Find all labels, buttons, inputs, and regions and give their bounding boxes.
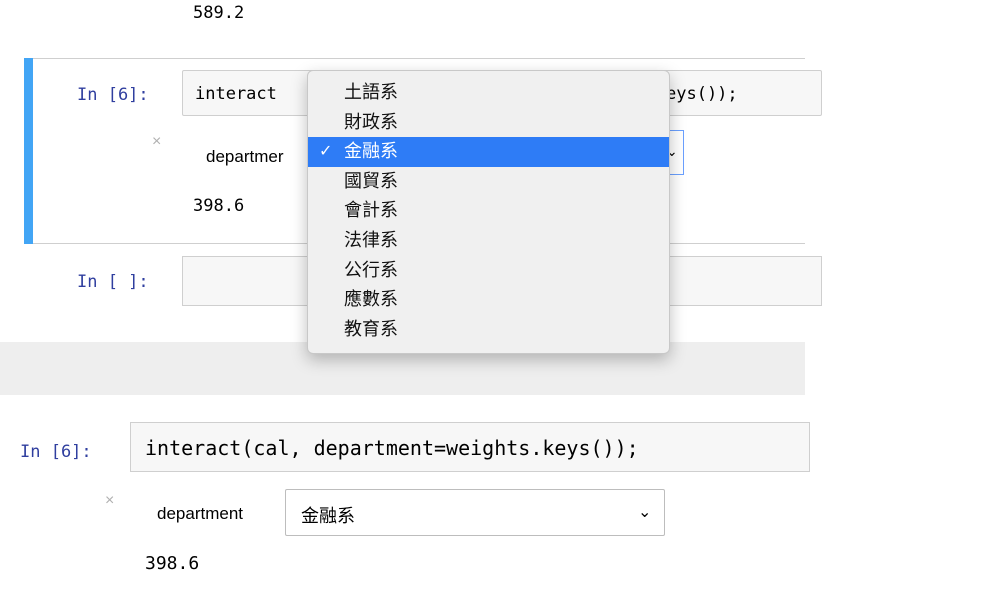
widget-label: department bbox=[157, 504, 243, 523]
close-widget-icon[interactable]: × bbox=[152, 133, 161, 151]
code-text-left: interact bbox=[195, 84, 277, 104]
code-input[interactable]: interact(cal, department=weights.keys())… bbox=[130, 422, 810, 472]
dropdown-option-selected[interactable]: ✓ 金融系 bbox=[308, 137, 669, 167]
dropdown-option[interactable]: 教育系 bbox=[308, 315, 669, 345]
empty-cell-prompt: In [ ]: bbox=[77, 272, 149, 292]
widget-label: departmer bbox=[206, 147, 284, 166]
dropdown-option[interactable]: 國貿系 bbox=[308, 167, 669, 197]
dropdown-option[interactable]: 會計系 bbox=[308, 196, 669, 226]
dropdown-option[interactable]: 財政系 bbox=[308, 108, 669, 138]
close-widget-icon[interactable]: × bbox=[105, 492, 114, 510]
previous-output: 589.2 bbox=[193, 3, 245, 20]
dropdown-option[interactable]: 法律系 bbox=[308, 226, 669, 256]
dropdown-option[interactable]: 土語系 bbox=[308, 78, 669, 108]
checkmark-icon: ✓ bbox=[319, 143, 333, 161]
cell-selection-bar bbox=[24, 58, 33, 244]
dropdown-option[interactable]: 公行系 bbox=[308, 256, 669, 286]
chevron-down-icon: ⌄ bbox=[638, 504, 652, 521]
select-value: 金融系 bbox=[301, 506, 355, 526]
department-select[interactable]: 金融系 ⌄ bbox=[285, 489, 665, 536]
notebook-lower: In [6]: interact(cal, department=weights… bbox=[0, 410, 990, 604]
code-text-right: eys()); bbox=[666, 84, 738, 104]
department-dropdown-menu: 土語系 財政系 ✓ 金融系 國貿系 會計系 法律系 公行系 應數系 教育系 bbox=[307, 70, 670, 354]
cell-output: 398.6 bbox=[145, 553, 200, 574]
cell-prompt: In [6]: bbox=[20, 442, 92, 462]
dropdown-option[interactable]: 應數系 bbox=[308, 285, 669, 315]
cell-output: 398.6 bbox=[193, 196, 245, 216]
code-text: interact(cal, department=weights.keys())… bbox=[145, 436, 639, 460]
cell-prompt: In [6]: bbox=[77, 85, 149, 105]
